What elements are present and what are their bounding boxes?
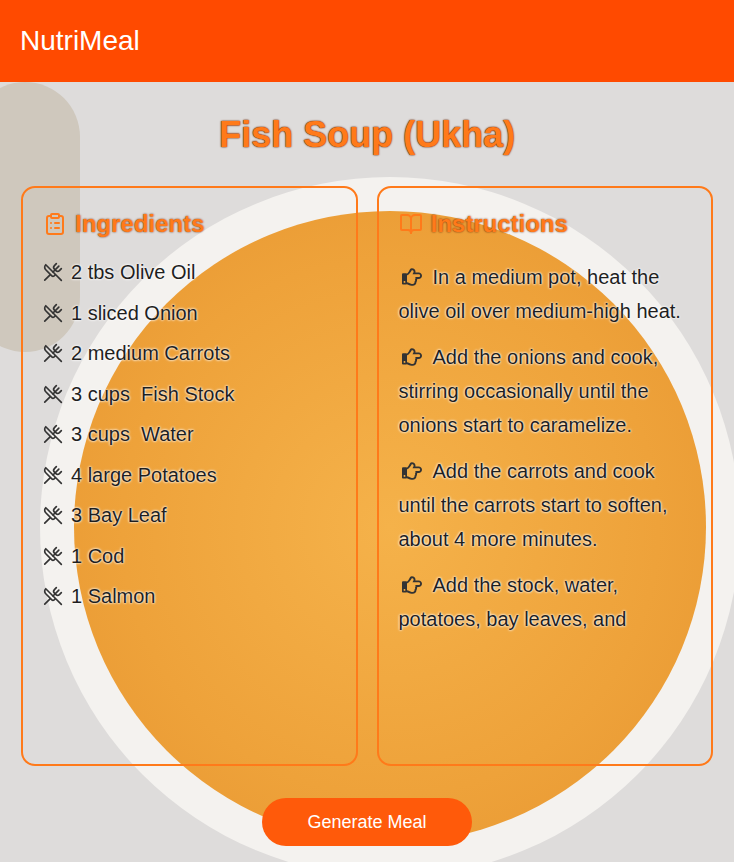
ingredient-item: 2 medium Carrots xyxy=(43,333,336,374)
pointing-hand-icon xyxy=(399,575,425,595)
ingredient-item: 1 Salmon xyxy=(43,576,336,617)
instruction-step: Add the stock, water, potatoes, bay leav… xyxy=(399,568,692,636)
instruction-step: In a medium pot, heat the olive oil over… xyxy=(399,260,692,328)
instructions-panel: Instructions In a medium pot, heat the ol… xyxy=(377,186,714,766)
ingredient-item: 2 tbs Olive Oil xyxy=(43,252,336,293)
utensils-icon xyxy=(43,424,63,444)
instruction-step: Add the onions and cook, stirring occasi… xyxy=(399,340,692,442)
instructions-list: In a medium pot, heat the olive oil over… xyxy=(399,260,692,636)
app-title: NutriMeal xyxy=(20,27,140,55)
utensils-icon xyxy=(43,586,63,606)
generate-meal-button[interactable]: Generate Meal xyxy=(262,798,472,846)
pointing-hand-icon xyxy=(399,267,425,287)
ingredients-list: 2 tbs Olive Oil1 sliced Onion2 medium Ca… xyxy=(43,252,336,617)
utensils-icon xyxy=(43,303,63,323)
pointing-hand-icon xyxy=(399,461,425,481)
app: NutriMeal Fish Soup (Ukha) Ingredients 2 tb… xyxy=(0,0,734,862)
recipe-title: Fish Soup (Ukha) xyxy=(219,113,515,157)
ingredient-item: 1 sliced Onion xyxy=(43,293,336,334)
recipe-view: Fish Soup (Ukha) Ingredients 2 tbs Olive O… xyxy=(0,82,734,862)
clipboard-icon xyxy=(43,212,67,236)
ingredients-heading: Ingredients xyxy=(43,208,336,240)
utensils-icon xyxy=(43,465,63,485)
ingredient-item: 1 Cod xyxy=(43,536,336,577)
utensils-icon xyxy=(43,262,63,282)
pointing-hand-icon xyxy=(399,347,425,367)
utensils-icon xyxy=(43,343,63,363)
instructions-heading: Instructions xyxy=(399,208,692,240)
instruction-step: Add the carrots and cook until the carro… xyxy=(399,454,692,556)
utensils-icon xyxy=(43,546,63,566)
ingredient-item: 3 Bay Leaf xyxy=(43,495,336,536)
ingredient-item: 4 large Potatoes xyxy=(43,455,336,496)
app-header: NutriMeal xyxy=(0,0,734,82)
utensils-icon xyxy=(43,505,63,525)
book-icon xyxy=(399,212,423,236)
ingredients-panel: Ingredients 2 tbs Olive Oil1 sliced Onion… xyxy=(21,186,358,766)
utensils-icon xyxy=(43,384,63,404)
ingredient-item: 3 cups Fish Stock xyxy=(43,374,336,415)
ingredient-item: 3 cups Water xyxy=(43,414,336,455)
